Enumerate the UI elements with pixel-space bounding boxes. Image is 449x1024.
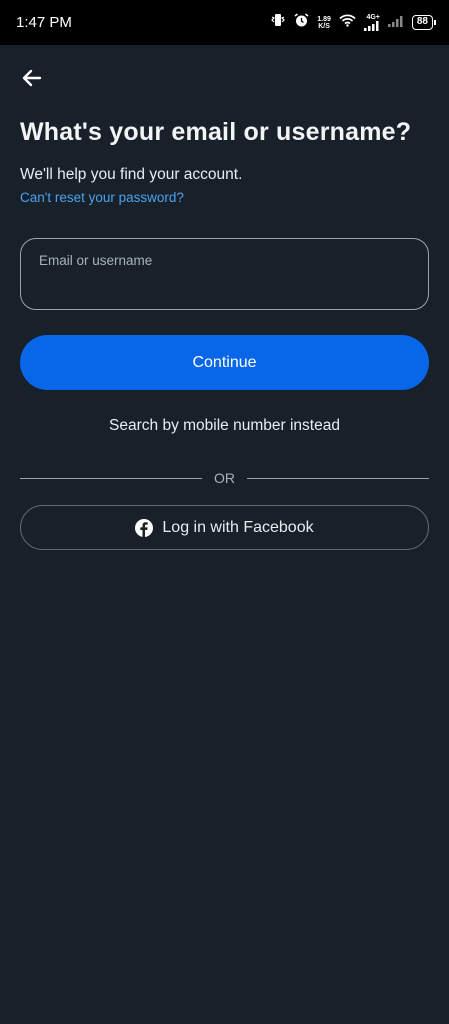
- page-subtitle: We'll help you find your account.: [20, 166, 243, 183]
- back-button[interactable]: [18, 64, 46, 92]
- net-speed-value: 1.89: [317, 15, 331, 23]
- back-arrow-icon: [18, 69, 46, 96]
- search-by-mobile-link[interactable]: Search by mobile number instead: [0, 417, 449, 435]
- or-divider: OR: [20, 468, 429, 488]
- battery-icon: 88: [411, 15, 437, 30]
- email-field[interactable]: Email or username: [20, 238, 429, 310]
- signal-icon: 4G+: [363, 14, 380, 31]
- continue-button[interactable]: Continue: [20, 335, 429, 390]
- or-text: OR: [214, 470, 235, 486]
- alarm-icon: [294, 12, 309, 33]
- email-input[interactable]: [39, 274, 410, 291]
- divider-line-right: [247, 477, 429, 479]
- reset-password-link[interactable]: Can't reset your password?: [20, 190, 184, 205]
- status-time: 1:47 PM: [16, 14, 72, 31]
- status-bar: 1:47 PM 1.89 K/S 4G+ 88: [0, 0, 449, 45]
- net-speed: 1.89 K/S: [317, 16, 331, 30]
- email-field-label: Email or username: [39, 253, 153, 268]
- facebook-icon: [135, 518, 154, 537]
- wifi-icon: [339, 14, 356, 32]
- facebook-login-button[interactable]: Log in with Facebook: [20, 505, 429, 550]
- facebook-login-label: Log in with Facebook: [162, 518, 314, 536]
- net-speed-unit: K/S: [318, 22, 330, 30]
- page-title: What's your email or username?: [20, 118, 412, 146]
- signal-weak-icon: [387, 14, 404, 32]
- network-type: 4G+: [366, 14, 380, 21]
- divider-line-left: [20, 477, 202, 479]
- vibrate-icon: [270, 13, 286, 32]
- status-icons: 1.89 K/S 4G+ 88: [270, 12, 437, 33]
